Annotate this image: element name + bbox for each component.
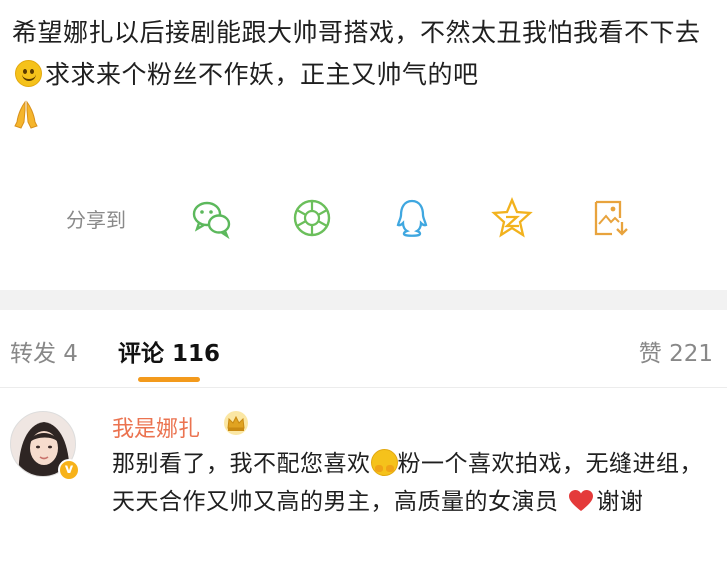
tab-repost[interactable]: 转发 4 — [10, 334, 78, 368]
pray-emoji-icon — [14, 100, 38, 129]
comment-text-part3: 谢谢 — [596, 489, 644, 515]
comment-text-part1: 那别看了，我不配您喜欢 — [112, 451, 371, 477]
comment-username[interactable]: 我是娜扎 — [112, 411, 200, 443]
tab-comments[interactable]: 评论 116 — [118, 334, 220, 368]
heart-emoji-icon — [569, 490, 594, 511]
post-text-part1: 希望娜扎以后接剧能跟大帅哥搭戏，不然太丑我怕我看不下去 — [12, 18, 701, 47]
post-text-part2: 求求来个粉丝不作妖，正主又帅气的吧 — [45, 60, 479, 89]
verified-badge: v — [58, 459, 80, 481]
share-bar: 分享到 — [0, 190, 727, 250]
post: 希望娜扎以后接剧能跟大帅哥搭戏，不然太丑我怕我看不下去 求求来个粉丝不作妖，正主… — [0, 0, 727, 290]
smile-emoji-icon — [15, 60, 42, 87]
interaction-tabs: 转发 4 评论 116 赞 221 — [0, 310, 727, 388]
crown-badge-icon — [224, 411, 248, 435]
moments-icon[interactable] — [290, 196, 334, 240]
hug-emoji-icon — [370, 449, 398, 476]
comment-body: 那别看了，我不配您喜欢 粉一个喜欢拍戏，无缝进组，天天合作又帅又高的男主，高质量的… — [112, 445, 712, 521]
save-image-icon[interactable] — [588, 196, 632, 240]
post-body: 希望娜扎以后接剧能跟大帅哥搭戏，不然太丑我怕我看不下去 求求来个粉丝不作妖，正主… — [12, 12, 717, 138]
active-tab-indicator — [138, 377, 200, 382]
qq-icon[interactable] — [390, 196, 434, 240]
share-label: 分享到 — [66, 208, 126, 232]
comment-item: v 我是娜扎 那别看了，我不配您喜欢 粉一个喜欢拍戏，无缝进组，天天合作又帅又高的… — [0, 389, 727, 569]
section-divider — [0, 290, 727, 310]
qzone-icon[interactable] — [490, 196, 534, 240]
tab-likes[interactable]: 赞 221 — [639, 334, 713, 368]
wechat-icon[interactable] — [190, 196, 234, 240]
